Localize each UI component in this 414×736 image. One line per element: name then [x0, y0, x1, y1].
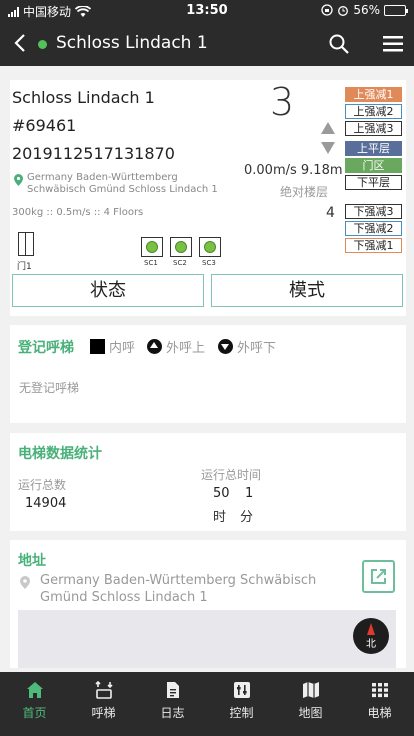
menu-icon[interactable]: [382, 35, 404, 53]
safety-circuit-2: [170, 237, 192, 257]
address-pin-icon: [20, 576, 30, 589]
battery-icon: [384, 4, 408, 16]
indicator-lower-slowdown-1[interactable]: 下强减1: [345, 238, 402, 253]
status-button[interactable]: 状态: [12, 274, 204, 307]
elevator-stats-card: 电梯数据统计 运行总数 14904 运行总时间 50 1 时 分: [10, 433, 406, 531]
indicator-upper-slowdown-3[interactable]: 上强减3: [345, 121, 402, 136]
page-title: Schloss Lindach 1: [56, 33, 208, 53]
elevator-name: Schloss Lindach 1: [12, 88, 155, 107]
lower-floor-indicators: 下强减3 下强减2 下强减1: [345, 204, 402, 255]
indicator-lower-leveling[interactable]: 下平层: [345, 175, 402, 190]
elevator-call-icon: [94, 680, 113, 699]
direction-down-icon: [321, 142, 335, 154]
door-label: 门1: [17, 262, 32, 272]
elevator-summary-card: Schloss Lindach 1 #69461 201911251713187…: [10, 80, 406, 316]
sc2-label: SC2: [173, 259, 187, 267]
tab-control[interactable]: 控制: [207, 672, 276, 736]
compass-needle-icon: 北: [366, 623, 376, 650]
inner-call-square-icon: [90, 339, 105, 354]
tab-elevator-label: 电梯: [367, 706, 392, 720]
sc1-status-led: [146, 241, 158, 253]
map-icon: [302, 682, 319, 698]
elevator-specs: 300kg :: 0.5m/s :: 4 Floors: [12, 207, 144, 218]
tab-elevator[interactable]: 电梯: [345, 672, 414, 736]
stats-title: 电梯数据统计: [18, 446, 102, 462]
address-card: 地址 Germany Baden-Württemberg Schwäbisch …: [10, 540, 406, 668]
indicator-lower-slowdown-2[interactable]: 下强减2: [345, 221, 402, 236]
bottom-tab-bar: 首页 呼梯 日志 控制 地图 电梯: [0, 672, 414, 736]
legend-outer-down: 外呼下: [218, 337, 276, 356]
legend-down-label: 外呼下: [237, 341, 277, 356]
safety-circuit-1: [141, 237, 163, 257]
address-text: Germany Baden-Württemberg Schwäbisch Gmü…: [40, 573, 317, 605]
current-floor: 3: [270, 80, 295, 124]
total-time-label: 运行总时间: [201, 468, 262, 482]
legend-inner-label: 内呼: [109, 341, 136, 356]
online-status-dot: [38, 40, 47, 49]
tab-map[interactable]: 地图: [276, 672, 345, 736]
legend-outer-up: 外呼上: [147, 337, 205, 356]
legend-inner-call: 内呼: [90, 337, 135, 356]
nav-bar: Schloss Lindach 1: [0, 22, 414, 66]
log-icon: [166, 682, 179, 698]
tab-log[interactable]: 日志: [138, 672, 207, 736]
tab-control-label: 控制: [229, 706, 254, 720]
map-view[interactable]: [18, 610, 396, 668]
sc3-label: SC3: [202, 259, 216, 267]
indicator-upper-leveling[interactable]: 上平层: [345, 141, 402, 156]
location-pin-icon: [14, 174, 23, 186]
back-arrow-icon[interactable]: [10, 32, 32, 54]
indicator-upper-slowdown-1[interactable]: 上强减1: [345, 87, 402, 102]
outer-down-icon: [218, 339, 233, 354]
outer-up-icon: [147, 339, 162, 354]
compass-north-label: 北: [366, 638, 376, 650]
speed-height: 0.00m/s 9.18m: [244, 163, 343, 178]
registered-calls-title: 登记呼梯: [18, 340, 74, 356]
control-icon: [233, 682, 250, 698]
compass-icon[interactable]: 北: [353, 618, 389, 654]
external-link-icon: [371, 569, 386, 584]
direction-up-icon: [321, 122, 335, 134]
elevator-id: #69461: [12, 116, 77, 135]
tab-call[interactable]: 呼梯: [69, 672, 138, 736]
sc2-status-led: [175, 241, 187, 253]
total-time-minutes: 1: [245, 486, 254, 501]
total-runs-value: 14904: [25, 496, 67, 511]
rotation-lock-icon: [321, 4, 333, 16]
total-runs-label: 运行总数: [18, 478, 67, 492]
tab-call-label: 呼梯: [91, 706, 116, 720]
sc3-status-led: [204, 241, 216, 253]
door-icon: [18, 232, 34, 256]
elevator-serial: 2019112517131870: [12, 144, 175, 163]
location-text: Germany Baden-Württemberg Schwäbisch Gmü…: [27, 172, 218, 195]
absolute-floor-label: 绝对楼层: [280, 185, 329, 199]
search-icon[interactable]: [328, 33, 350, 55]
home-icon: [26, 682, 43, 698]
address-title: 地址: [18, 553, 46, 569]
status-bar: 中国移动 13:50 56%: [0, 0, 414, 22]
absolute-floor-value: 4: [326, 205, 335, 221]
tab-home[interactable]: 首页: [0, 672, 69, 736]
alarm-icon: [338, 6, 349, 16]
mode-button[interactable]: 模式: [211, 274, 403, 307]
total-time-hours: 50: [213, 486, 230, 501]
tab-map-label: 地图: [298, 706, 323, 720]
upper-floor-indicators: 上强减1 上强减2 上强减3 上平层 门区 下平层: [345, 87, 402, 192]
open-map-button[interactable]: [362, 560, 395, 593]
grid-icon: [371, 683, 388, 698]
elevator-location: Germany Baden-Württemberg Schwäbisch Gmü…: [14, 172, 234, 196]
no-registered-calls: 无登记呼梯: [19, 381, 80, 395]
indicator-lower-slowdown-3[interactable]: 下强减3: [345, 204, 402, 219]
registered-calls-card: 登记呼梯 内呼 外呼上 外呼下 无登记呼梯: [10, 325, 406, 423]
minutes-unit: 分: [240, 510, 254, 525]
indicator-door-zone[interactable]: 门区: [345, 158, 402, 173]
battery-percent: 56%: [353, 3, 380, 17]
safety-circuit-3: [199, 237, 221, 257]
legend-up-label: 外呼上: [166, 341, 206, 356]
tab-home-label: 首页: [22, 706, 47, 720]
hours-unit: 时: [213, 510, 227, 525]
tab-log-label: 日志: [160, 706, 185, 720]
indicator-upper-slowdown-2[interactable]: 上强减2: [345, 104, 402, 119]
sc1-label: SC1: [144, 259, 158, 267]
